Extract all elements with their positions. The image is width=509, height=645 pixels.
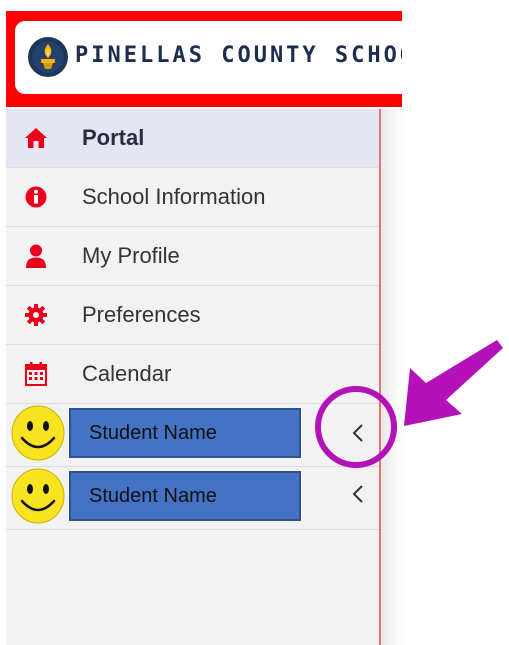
- sidebar-item-school-information[interactable]: School Information: [6, 168, 379, 227]
- district-name: PINELLAS COUNTY SCHOOL: [75, 43, 402, 68]
- sidebar-item-label: Calendar: [82, 361, 172, 386]
- gear-icon: [24, 303, 48, 327]
- sidebar-item-label: My Profile: [82, 243, 180, 268]
- student-name-box[interactable]: Student Name: [69, 471, 301, 521]
- student-name: Student Name: [89, 484, 217, 507]
- sidebar-item-label: Preferences: [82, 302, 201, 327]
- smiley-avatar: [11, 468, 65, 524]
- sidebar-item-label: School Information: [82, 184, 266, 209]
- chevron-left-icon[interactable]: [350, 483, 366, 505]
- student-name-box[interactable]: Student Name: [69, 408, 301, 458]
- sidebar-item-calendar[interactable]: Calendar: [6, 345, 379, 404]
- user-icon: [24, 244, 48, 268]
- chevron-left-icon[interactable]: [350, 422, 366, 444]
- info-icon: [24, 185, 48, 209]
- student-row[interactable]: Student Name: [6, 467, 379, 530]
- sidebar-item-my-profile[interactable]: My Profile: [6, 227, 379, 286]
- student-name: Student Name: [89, 421, 217, 444]
- torch-logo-icon: [28, 37, 68, 77]
- sidebar-item-label: Portal: [82, 125, 145, 150]
- calendar-icon: [24, 362, 48, 386]
- content-pane-shadow: [381, 109, 403, 645]
- sidebar-item-portal[interactable]: Portal: [6, 109, 379, 168]
- smiley-avatar: [11, 405, 65, 461]
- student-row[interactable]: Student Name: [6, 404, 379, 467]
- home-icon: [24, 126, 48, 150]
- header-logo-area[interactable]: PINELLAS COUNTY SCHOOL: [15, 21, 402, 94]
- sidebar-item-preferences[interactable]: Preferences: [6, 286, 379, 345]
